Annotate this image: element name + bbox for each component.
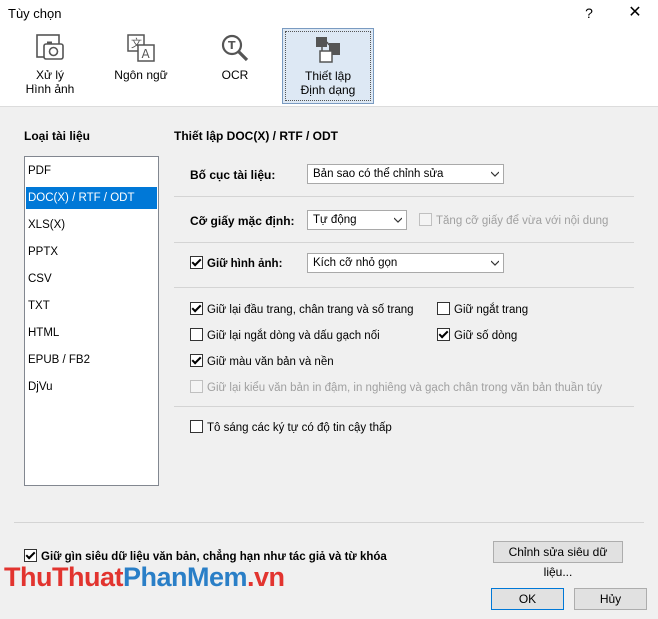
tab-label: Ngôn ngữ <box>114 68 168 82</box>
checkbox-box <box>419 213 432 226</box>
layout-select-value: Bản sao có thể chỉnh sửa <box>313 168 444 180</box>
keep-colors-label: Giữ màu văn bản và nền <box>207 356 334 368</box>
watermark-part: .vn <box>247 562 285 592</box>
checkbox-box <box>190 256 203 269</box>
divider <box>174 242 634 243</box>
keep-page-breaks-checkbox[interactable]: Giữ ngắt trang <box>437 302 528 318</box>
layout-label: Bố cục tài liệu: <box>190 168 276 182</box>
document-types-heading: Loại tài liệu <box>24 129 91 143</box>
format-settings-icon <box>316 37 340 63</box>
image-size-select[interactable]: Kích cỡ nhỏ gọn <box>307 253 504 273</box>
list-item-xls[interactable]: XLS(X) <box>26 214 157 236</box>
watermark-part: PhanMem <box>122 562 248 592</box>
layout-select[interactable]: Bản sao có thể chỉnh sửa <box>307 164 504 184</box>
keep-headers-label: Giữ lại đầu trang, chân trang và số tran… <box>207 304 414 316</box>
list-item-doc[interactable]: DOC(X) / RTF / ODT <box>26 187 157 209</box>
list-item-pptx[interactable]: PPTX <box>26 241 157 263</box>
divider <box>174 196 634 197</box>
tab-format-settings[interactable]: Thiết lập Định dạng <box>282 28 374 104</box>
keep-colors-checkbox[interactable]: Giữ màu văn bản và nền <box>190 354 334 370</box>
svg-text:A: A <box>142 47 151 61</box>
title-bar: Tùy chọn ? ✕ <box>0 0 658 26</box>
chevron-down-icon <box>394 217 402 223</box>
keep-images-checkbox[interactable]: Giữ hình ảnh: <box>190 256 282 272</box>
highlight-low-confidence-checkbox[interactable]: Tô sáng các ký tự có độ tin cậy thấp <box>190 420 392 436</box>
keep-text-styles-label: Giữ lại kiểu văn bản in đậm, in nghiêng … <box>207 382 603 394</box>
cancel-button[interactable]: Hủy <box>574 588 647 610</box>
highlight-low-confidence-label: Tô sáng các ký tự có độ tin cậy thấp <box>207 422 392 434</box>
list-item-djvu[interactable]: DjVu <box>26 376 157 398</box>
tab-image-processing[interactable]: Xử lý Hình ảnh <box>24 28 76 102</box>
keep-page-breaks-label: Giữ ngắt trang <box>454 304 529 316</box>
list-item-txt[interactable]: TXT <box>26 295 157 317</box>
paper-fit-checkbox[interactable]: Tăng cỡ giấy để vừa với nội dung <box>419 213 608 229</box>
checkbox-box <box>437 302 450 315</box>
keep-line-breaks-checkbox[interactable]: Giữ lại ngắt dòng và dấu gạch nối <box>190 328 380 344</box>
paper-size-select[interactable]: Tự động <box>307 210 407 230</box>
divider <box>174 287 634 288</box>
checkbox-box <box>190 420 203 433</box>
paper-size-label: Cỡ giấy mặc định: <box>190 214 295 228</box>
window-title: Tùy chọn <box>8 6 62 21</box>
paper-fit-label: Tăng cỡ giấy để vừa với nội dung <box>436 215 609 227</box>
tab-label: OCR <box>221 68 249 82</box>
checkbox-box <box>190 328 203 341</box>
keep-line-numbers-label: Giữ số dòng <box>454 330 518 342</box>
checkbox-box <box>190 302 203 315</box>
keep-images-label: Giữ hình ảnh: <box>207 258 283 270</box>
help-button[interactable]: ? <box>578 3 600 23</box>
watermark-logo: ThuThuatPhanMem.vn <box>4 562 285 593</box>
checkbox-box <box>437 328 450 341</box>
options-toolbar: Xử lý Hình ảnh 文 A Ngôn ngữ T OCR Thiết … <box>0 26 658 107</box>
image-processing-icon <box>36 34 64 60</box>
tab-label: Xử lý <box>35 68 65 82</box>
ocr-magnifier-icon: T <box>221 34 249 62</box>
image-size-value: Kích cỡ nhỏ gọn <box>313 257 398 269</box>
checkbox-box <box>24 549 37 562</box>
list-item-html[interactable]: HTML <box>26 322 157 344</box>
paper-size-value: Tự động <box>313 214 357 226</box>
tab-label: Hình ảnh <box>25 82 75 96</box>
list-item-epub[interactable]: EPUB / FB2 <box>26 349 157 371</box>
divider <box>14 522 644 523</box>
keep-text-styles-checkbox[interactable]: Giữ lại kiểu văn bản in đậm, in nghiêng … <box>190 380 602 396</box>
checkbox-box <box>190 380 203 393</box>
tab-label: Định dạng <box>300 83 356 97</box>
settings-heading: Thiết lập DOC(X) / RTF / ODT <box>174 129 338 143</box>
watermark-part: ThuThuat <box>4 562 123 592</box>
chevron-down-icon <box>491 260 499 266</box>
svg-text:T: T <box>228 39 236 52</box>
tab-ocr[interactable]: T OCR <box>212 28 258 102</box>
keep-headers-checkbox[interactable]: Giữ lại đầu trang, chân trang và số tran… <box>190 302 414 318</box>
keep-line-numbers-checkbox[interactable]: Giữ số dòng <box>437 328 517 344</box>
checkbox-box <box>190 354 203 367</box>
language-icon: 文 A <box>127 34 155 62</box>
tab-label: Thiết lập <box>304 69 352 83</box>
close-button[interactable]: ✕ <box>620 3 650 23</box>
edit-metadata-button[interactable]: Chỉnh sửa siêu dữ liệu... <box>493 541 623 579</box>
keep-line-breaks-label: Giữ lại ngắt dòng và dấu gạch nối <box>207 330 380 342</box>
list-item-pdf[interactable]: PDF <box>26 160 157 182</box>
tab-language[interactable]: 文 A Ngôn ngữ <box>108 28 174 102</box>
list-item-csv[interactable]: CSV <box>26 268 157 290</box>
ok-button[interactable]: OK <box>491 588 564 610</box>
divider <box>174 406 634 407</box>
document-type-list[interactable]: PDF DOC(X) / RTF / ODT XLS(X) PPTX CSV T… <box>24 156 159 486</box>
chevron-down-icon <box>491 171 499 177</box>
